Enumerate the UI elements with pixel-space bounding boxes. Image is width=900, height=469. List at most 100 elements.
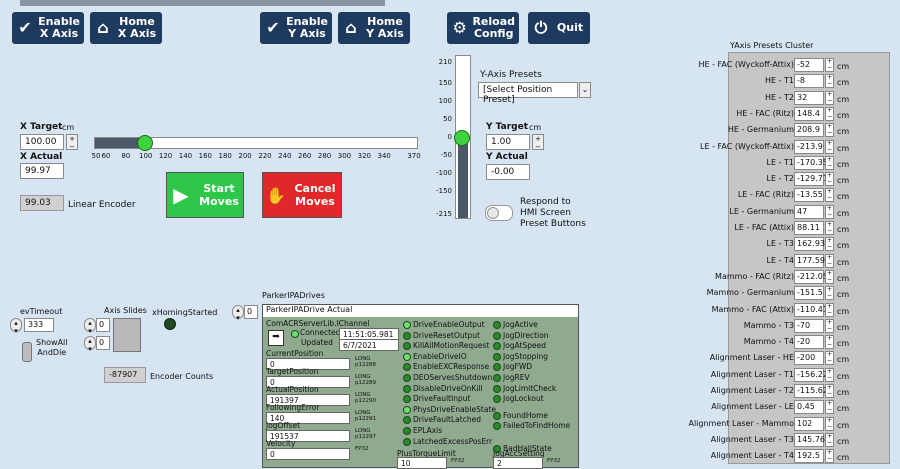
preset-value-input[interactable]: -20	[794, 335, 824, 350]
preset-value-input[interactable]: 177.59	[794, 253, 825, 268]
enable-x-axis-button[interactable]: ✔ Enable X Axis	[12, 12, 84, 44]
home-y-axis-button[interactable]: ⌂ Home Y Axis	[338, 12, 410, 44]
preset-row: LE - T4 177.59 + − cm	[729, 253, 889, 270]
preset-value-input[interactable]: 32	[794, 90, 824, 105]
preset-value-input[interactable]: 47	[794, 204, 824, 219]
preset-spinner[interactable]: + −	[825, 351, 834, 366]
showall-switch[interactable]	[22, 342, 32, 362]
axis-slides-spinner-a[interactable]: ▴ ▾	[84, 318, 96, 335]
preset-label: Alignment Laser - T3	[710, 434, 794, 444]
preset-value-input[interactable]: -110.41	[794, 302, 828, 317]
preset-value-input[interactable]: -170.35	[794, 155, 828, 170]
preset-value-input[interactable]: -52	[794, 58, 824, 72]
y-presets-select[interactable]: [Select Position Preset]	[478, 82, 578, 105]
preset-spinner[interactable]: + −	[825, 416, 834, 431]
y-actual-label: Y Actual	[486, 152, 528, 162]
preset-unit: cm	[837, 273, 850, 283]
preset-value-input[interactable]: -8	[794, 74, 824, 89]
preset-spinner[interactable]: + −	[825, 269, 834, 284]
preset-spinner[interactable]: + −	[825, 139, 834, 154]
axis-slides-b[interactable]: 0	[96, 336, 110, 350]
preset-spinner[interactable]: + −	[825, 123, 834, 138]
chevron-down-icon[interactable]: ⌄	[579, 82, 591, 98]
axis-slides-a[interactable]: 0	[96, 318, 110, 332]
jog-status-led	[493, 352, 501, 361]
ev-timeout-input[interactable]: 333	[24, 318, 54, 332]
preset-value-input[interactable]: 192.5	[794, 449, 824, 464]
arrow-right-icon[interactable]: ➡	[268, 330, 284, 346]
y-target-spinner[interactable]: + −	[532, 134, 544, 151]
preset-value-input[interactable]: 102	[794, 416, 824, 431]
preset-spinner[interactable]: + −	[825, 400, 834, 415]
preset-value-input[interactable]: 88.11	[794, 221, 824, 235]
enable-y-axis-button[interactable]: ✔ Enable Y Axis	[260, 12, 332, 44]
connected-label: Connected	[300, 328, 341, 337]
status-label: KillAllMotionRequest	[413, 341, 490, 351]
preset-spinner[interactable]: + −	[825, 318, 834, 333]
preset-value-input[interactable]: -115.62	[794, 384, 828, 398]
jog-status-label: JogStopping	[503, 351, 548, 361]
checkmark-icon: ✔	[266, 18, 280, 37]
preset-value-input[interactable]: 162.93	[794, 237, 825, 252]
preset-value-input[interactable]: -13.55	[794, 188, 824, 203]
preset-spinner[interactable]: + −	[825, 58, 834, 72]
home-x-axis-button[interactable]: ⌂ Home X Axis	[90, 12, 162, 44]
preset-spinner[interactable]: + −	[825, 302, 834, 317]
preset-spinner[interactable]: + −	[825, 74, 834, 89]
ev-timeout-spinner[interactable]: ▴ ▾	[10, 318, 22, 335]
parker-index-spinner[interactable]: ▴ ▾	[232, 305, 244, 322]
preset-value-input[interactable]: -213.9	[794, 139, 824, 154]
preset-spinner[interactable]: + −	[825, 172, 834, 187]
preset-spinner[interactable]: + −	[825, 155, 834, 170]
channel-label: ComACRServerLib.IChannel	[266, 319, 370, 328]
reload-config-button[interactable]: ⚙ Reload Config	[447, 12, 519, 44]
preset-spinner[interactable]: + −	[825, 286, 834, 301]
preset-spinner[interactable]: + −	[825, 384, 834, 398]
preset-spinner[interactable]: + −	[825, 106, 834, 121]
preset-unit: cm	[837, 404, 850, 414]
parker-index-input[interactable]: 0	[244, 305, 258, 319]
preset-value-input[interactable]: 145.76	[794, 432, 825, 447]
cancel-moves-button[interactable]: ✋ Cancel Moves	[262, 172, 342, 218]
preset-spinner[interactable]: + −	[825, 449, 834, 464]
updated-date: 6/7/2021	[339, 339, 399, 351]
preset-spinner[interactable]: + −	[825, 237, 834, 252]
plus-torque-type: FP32	[451, 458, 465, 464]
quit-button[interactable]: ⏻ Quit	[528, 12, 590, 44]
preset-value-input[interactable]: -156.22	[794, 367, 828, 382]
start-moves-button[interactable]: ▶ Start Moves	[166, 172, 244, 218]
y-slider-knob[interactable]	[454, 130, 470, 147]
preset-value-input[interactable]: -212.05	[794, 269, 828, 284]
preset-spinner[interactable]: + −	[825, 204, 834, 219]
preset-value-input[interactable]: -70	[794, 318, 824, 333]
x-target-label: X Target	[20, 122, 63, 132]
x-scale-tick: 340	[377, 152, 391, 160]
axis-slides-spinner-b[interactable]: ▴ ▾	[84, 336, 96, 353]
preset-spinner[interactable]: + −	[825, 335, 834, 350]
preset-value-input[interactable]: -151.5	[794, 286, 824, 301]
x-target-spinner[interactable]: + −	[66, 134, 78, 151]
respond-toggle[interactable]	[485, 205, 513, 221]
parker-drive-title: ParkerIPADrive Actual	[263, 305, 578, 317]
preset-spinner[interactable]: + −	[825, 188, 834, 203]
y-actual-value: -0.00	[486, 164, 530, 180]
jog-status-label: JogDirection	[503, 330, 549, 340]
jog-acc-type: FP32	[547, 458, 561, 464]
preset-spinner[interactable]: + −	[825, 90, 834, 105]
preset-value-input[interactable]: 0.45	[794, 400, 824, 415]
preset-label: Alignment Laser - T1	[710, 369, 794, 379]
status-led	[403, 384, 411, 393]
stop-hand-icon: ✋	[266, 185, 286, 205]
preset-value-input[interactable]: -200	[794, 351, 824, 366]
parker-field-label: FollowingError	[266, 403, 320, 412]
preset-spinner[interactable]: + −	[825, 221, 834, 235]
preset-spinner[interactable]: + −	[825, 367, 834, 382]
preset-spinner[interactable]: + −	[825, 432, 834, 447]
preset-value-input[interactable]: -129.71	[794, 172, 828, 187]
preset-value-input[interactable]: 208.9	[794, 123, 824, 138]
preset-value-input[interactable]: 148.4	[794, 106, 824, 121]
y-target-input[interactable]: 1.00	[486, 134, 530, 150]
preset-spinner[interactable]: + −	[825, 253, 834, 268]
x-target-input[interactable]: 100.00	[20, 134, 64, 150]
jog-status-led	[493, 411, 501, 420]
